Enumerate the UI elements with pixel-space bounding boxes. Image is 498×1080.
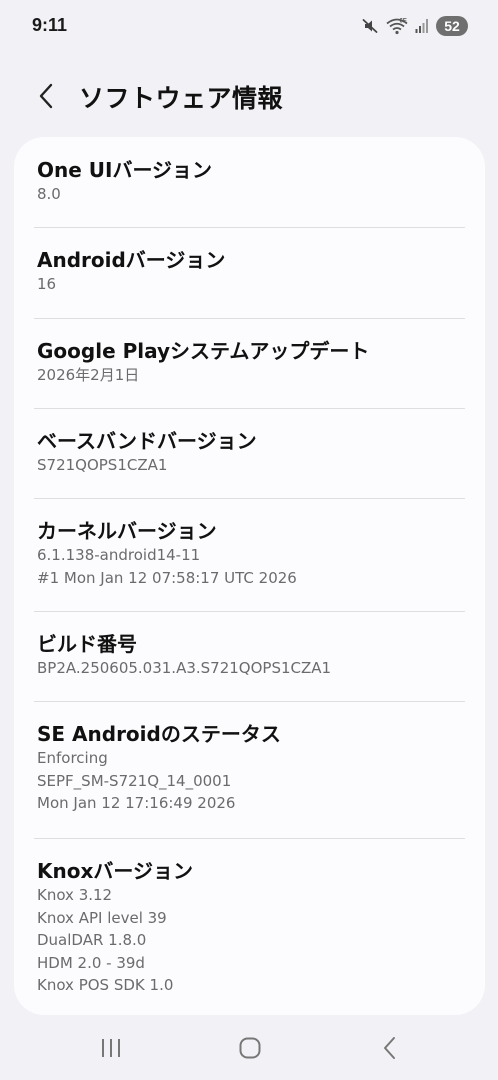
item-value: Enforcing [37, 749, 108, 767]
list-item-knox-version[interactable]: Knoxバージョン Knox 3.12 Knox API level 39 Du… [14, 838, 485, 997]
home-button[interactable] [230, 1035, 270, 1065]
item-title: ビルド番号 [37, 632, 137, 656]
recents-icon [99, 1037, 123, 1063]
wifi-6e-icon: 6E [386, 17, 408, 35]
item-title: Androidバージョン [37, 248, 226, 272]
item-value: Knox API level 39 [37, 908, 167, 927]
item-title: Knoxバージョン [37, 859, 193, 883]
app-bar: ソフトウェア情報 [0, 70, 498, 122]
svg-text:6E: 6E [400, 19, 407, 25]
item-value: BP2A.250605.031.A3.S721QOPS1CZA1 [37, 659, 332, 677]
list-item-se-android-status[interactable]: SE Androidのステータス Enforcing SEPF_SM-S721Q… [14, 701, 485, 838]
status-time: 9:11 [32, 15, 68, 35]
list-item-baseband-version[interactable]: ベースバンドバージョン S721QOPS1CZA1 [14, 408, 485, 498]
item-value: 2026年2月1日 [37, 366, 140, 384]
nav-back-button[interactable] [370, 1035, 410, 1065]
status-icons: 6E 52 [361, 16, 468, 36]
item-value: S721QOPS1CZA1 [37, 456, 168, 474]
status-bar: 9:11 6E 52 [0, 0, 498, 56]
item-title: カーネルバージョン [37, 519, 217, 543]
cellular-signal-icon [415, 18, 429, 34]
item-title: One UIバージョン [37, 158, 213, 182]
item-value: Mon Jan 12 17:16:49 2026 [37, 794, 236, 813]
info-card: One UIバージョン 8.0 Androidバージョン 16 Google P… [14, 137, 485, 1015]
item-value: HDM 2.0 - 39d [37, 953, 145, 972]
recents-button[interactable] [91, 1035, 131, 1065]
item-value: 6.1.138-android14-11 [37, 546, 201, 564]
item-value: DualDAR 1.8.0 [37, 931, 147, 950]
item-value: Knox 3.12 [37, 886, 113, 904]
home-icon [238, 1036, 262, 1064]
item-title: SE Androidのステータス [37, 722, 281, 746]
item-value: 16 [37, 275, 57, 293]
chevron-left-icon [36, 82, 56, 114]
item-value: Knox POS SDK 1.0 [37, 976, 174, 995]
item-title: ベースバンドバージョン [37, 429, 257, 453]
list-item-google-play-system-update[interactable]: Google Playシステムアップデート 2026年2月1日 [14, 318, 485, 408]
navigation-bar [0, 1015, 498, 1080]
page-title: ソフトウェア情報 [79, 84, 284, 113]
list-item-kernel-version[interactable]: カーネルバージョン 6.1.138-android14-11 #1 Mon Ja… [14, 498, 485, 611]
item-value: 8.0 [37, 185, 61, 203]
back-icon [382, 1036, 398, 1064]
list-item-one-ui-version[interactable]: One UIバージョン 8.0 [14, 137, 485, 227]
list-item-build-number[interactable]: ビルド番号 BP2A.250605.031.A3.S721QOPS1CZA1 [14, 611, 485, 701]
item-value: SEPF_SM-S721Q_14_0001 [37, 771, 232, 790]
item-title: Google Playシステムアップデート [37, 339, 370, 363]
mute-icon [361, 17, 379, 35]
item-value: #1 Mon Jan 12 07:58:17 UTC 2026 [37, 568, 297, 587]
back-button[interactable] [28, 80, 64, 116]
battery-icon: 52 [436, 16, 468, 36]
list-item-android-version[interactable]: Androidバージョン 16 [14, 227, 485, 318]
